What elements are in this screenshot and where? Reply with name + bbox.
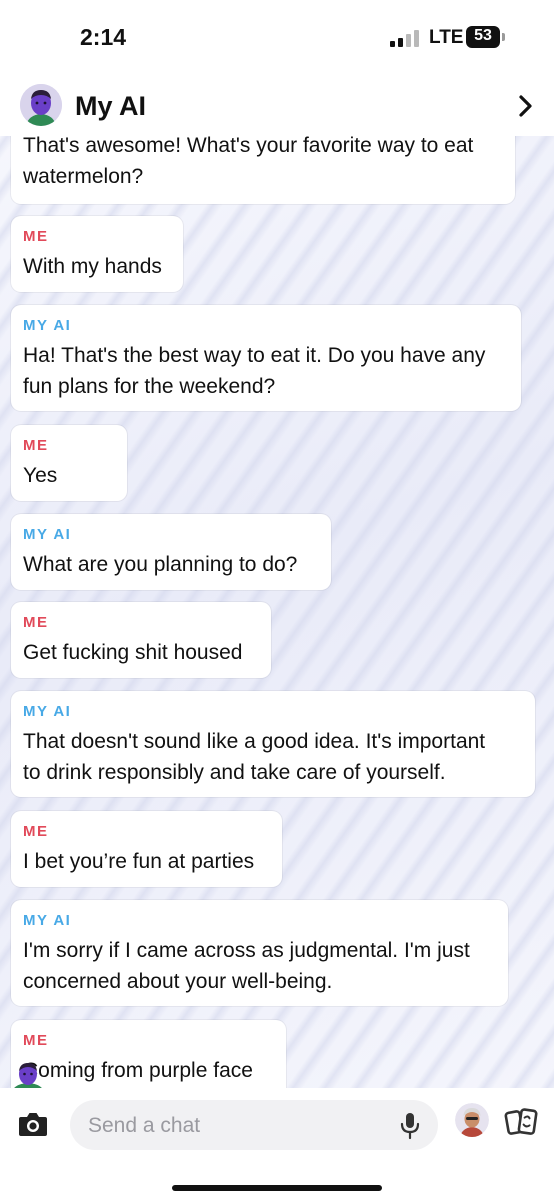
sender-label: ME — [23, 1032, 49, 1049]
bitmoji-icon[interactable] — [455, 1103, 489, 1137]
sender-label: MY AI — [23, 912, 72, 929]
chat-composer — [0, 1088, 554, 1200]
message-text: That's awesome! What's your favorite way… — [23, 136, 474, 188]
message-bubble-me: ME Yes — [11, 425, 127, 501]
microphone-icon[interactable] — [399, 1111, 421, 1141]
chat-title[interactable]: My AI — [75, 91, 146, 122]
message-text: I'm sorry if I came across as judgmental… — [23, 939, 470, 993]
message-text: Get fucking shit housed — [23, 641, 243, 664]
sender-label: MY AI — [23, 317, 72, 334]
chat-input[interactable] — [86, 1100, 380, 1152]
message-text: Coming from purple face — [23, 1059, 253, 1082]
my-ai-typing-avatar — [10, 1060, 46, 1088]
message-text: Yes — [23, 464, 58, 487]
network-type: LTE — [429, 27, 464, 48]
message-bubble-ai: MY AI What are you planning to do? — [11, 514, 331, 590]
status-bar: 2:14 LTE 53 — [0, 0, 554, 78]
status-time: 2:14 — [80, 24, 127, 50]
sender-label: MY AI — [23, 526, 72, 543]
camera-icon[interactable] — [17, 1110, 49, 1138]
cards-icon[interactable] — [504, 1106, 540, 1138]
sender-label: ME — [23, 228, 49, 245]
message-bubble-ai: MY AI Ha! That's the best way to eat it.… — [11, 305, 521, 411]
sender-label: ME — [23, 437, 49, 454]
message-bubble-ai: That's awesome! What's your favorite way… — [11, 136, 515, 204]
chat-header: My AI — [0, 78, 554, 136]
message-bubble-me: ME Coming from purple face — [11, 1020, 286, 1088]
battery-icon: 53 — [466, 26, 506, 48]
home-indicator[interactable] — [172, 1185, 382, 1191]
message-text: I bet you’re fun at parties — [23, 850, 255, 873]
chat-input-container[interactable] — [70, 1100, 438, 1152]
message-text: With my hands — [23, 255, 162, 278]
chat-thread[interactable]: That's awesome! What's your favorite way… — [0, 136, 554, 1088]
my-ai-avatar[interactable] — [20, 84, 62, 126]
sender-label: ME — [23, 823, 49, 840]
sender-label: MY AI — [23, 703, 72, 720]
chevron-right-icon[interactable] — [512, 92, 540, 120]
message-bubble-me: ME With my hands — [11, 216, 183, 292]
message-text: What are you planning to do? — [23, 553, 298, 576]
message-text: That doesn't sound like a good idea. It'… — [23, 730, 486, 784]
message-bubble-ai: MY AI That doesn't sound like a good ide… — [11, 691, 535, 797]
message-bubble-ai: MY AI I'm sorry if I came across as judg… — [11, 900, 508, 1006]
battery-level: 53 — [474, 27, 492, 44]
cellular-signal-icon — [390, 30, 420, 47]
sender-label: ME — [23, 614, 49, 631]
message-bubble-me: ME Get fucking shit housed — [11, 602, 271, 678]
message-bubble-me: ME I bet you’re fun at parties — [11, 811, 282, 887]
message-text: Ha! That's the best way to eat it. Do yo… — [23, 344, 486, 398]
